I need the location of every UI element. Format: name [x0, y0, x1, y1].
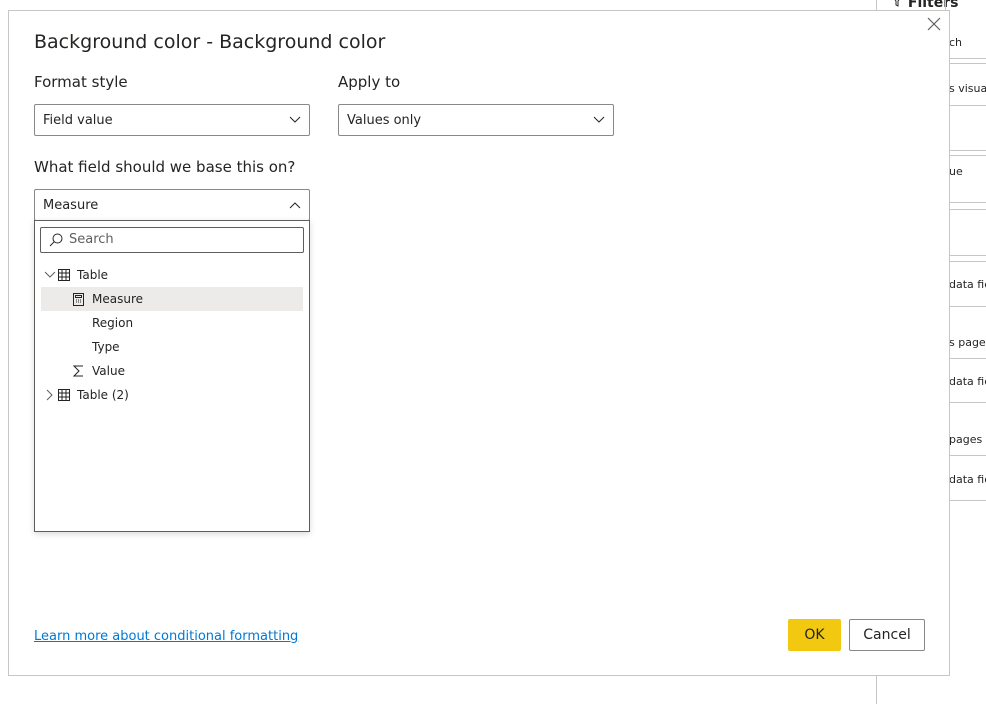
chevron-right-icon[interactable] — [44, 389, 56, 401]
format-style-label: Format style — [34, 73, 128, 91]
ok-button[interactable]: OK — [788, 619, 841, 651]
learn-more-link[interactable]: Learn more about conditional formatting — [34, 629, 298, 644]
close-icon[interactable] — [927, 17, 941, 31]
cancel-button[interactable]: Cancel — [849, 619, 925, 651]
dialog-title: Background color - Background color — [34, 31, 386, 53]
pane-fragment: s page — [949, 336, 986, 349]
search-icon — [49, 233, 63, 247]
tree-item-value[interactable]: Value — [41, 359, 303, 383]
tree-item-region[interactable]: Region — [41, 311, 303, 335]
calculator-icon — [73, 293, 84, 306]
chevron-up-icon — [289, 202, 301, 209]
tree-item-table[interactable]: Table — [41, 263, 303, 287]
chevron-down-icon[interactable] — [44, 269, 56, 281]
apply-to-label: Apply to — [338, 73, 401, 91]
pane-fragment: s visua — [949, 82, 986, 95]
chevron-down-icon — [289, 116, 301, 123]
tree-item-measure[interactable]: Measure — [41, 287, 303, 311]
tree-item-table-2[interactable]: Table (2) — [41, 383, 303, 407]
pane-fragment: data fie — [949, 278, 986, 291]
field-select[interactable]: Measure — [34, 189, 310, 221]
pane-fragment: data fie — [949, 473, 986, 486]
chevron-down-icon — [593, 116, 605, 123]
field-label: What field should we base this on? — [34, 158, 296, 176]
format-style-select[interactable]: Field value — [34, 104, 310, 136]
pane-fragment: pages — [949, 433, 983, 446]
pane-fragment: ue — [949, 165, 963, 178]
filter-icon — [894, 0, 900, 7]
pane-fragment: ch — [949, 36, 963, 49]
background-color-dialog: Background color - Background color Form… — [8, 10, 950, 676]
tree-item-type[interactable]: Type — [41, 335, 303, 359]
field-dropdown: Search Table Measure Region Type Value T… — [34, 220, 310, 532]
table-icon — [58, 269, 70, 281]
field-search-input[interactable]: Search — [40, 227, 304, 253]
table-icon — [58, 389, 70, 401]
pane-fragment: data fie — [949, 375, 986, 388]
apply-to-select[interactable]: Values only — [338, 104, 614, 136]
sigma-icon — [73, 365, 83, 377]
